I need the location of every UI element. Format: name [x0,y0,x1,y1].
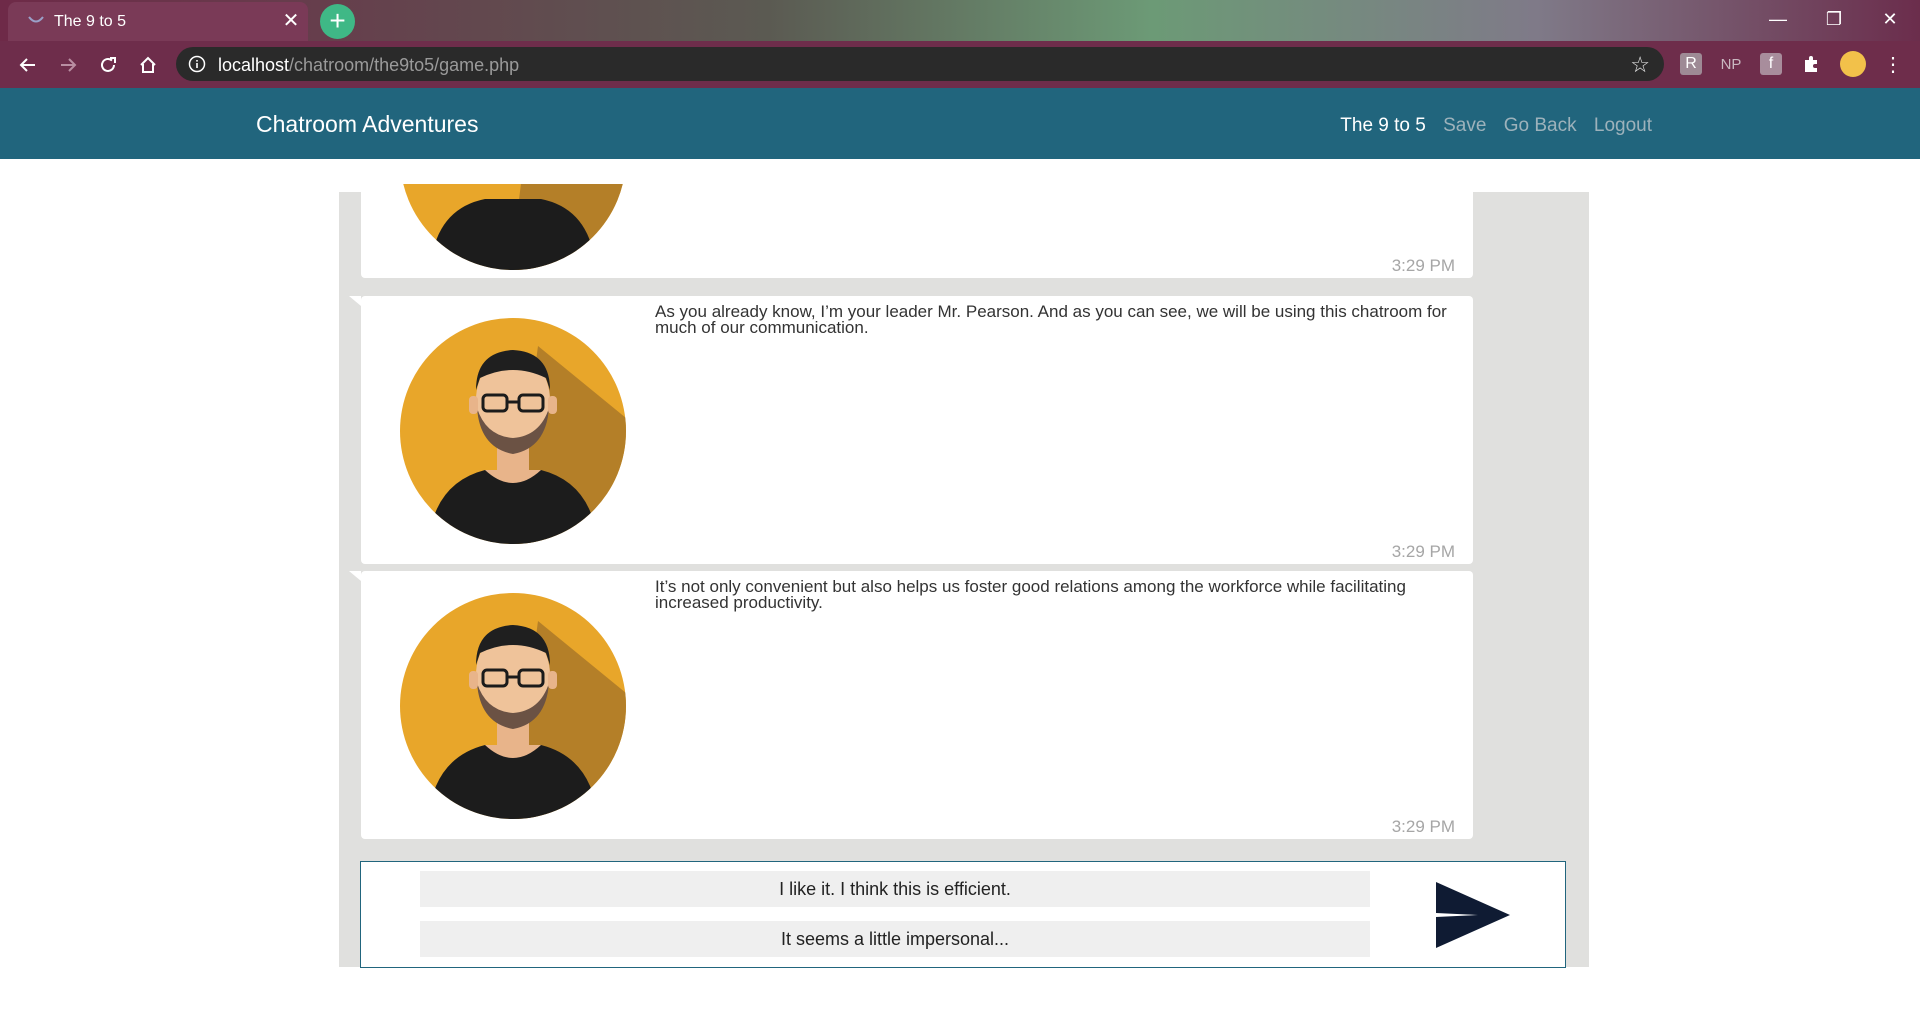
reload-icon[interactable] [94,51,122,79]
restore-icon[interactable]: ❐ [1806,0,1862,41]
nav-go-back-link[interactable]: Go Back [1504,115,1577,136]
forward-icon[interactable] [54,51,82,79]
message-time: 3:29 PM [1391,542,1455,561]
bookmark-star-icon[interactable]: ☆ [1630,52,1650,78]
avatar [400,184,626,270]
extensions-puzzle-icon[interactable] [1800,53,1822,75]
reply-option[interactable]: It seems a little impersonal... [420,921,1370,957]
nav-current-game[interactable]: The 9 to 5 [1340,115,1426,136]
back-icon[interactable] [14,51,42,79]
profile-avatar[interactable] [1840,51,1866,77]
message-time: 3:29 PM [1391,817,1455,836]
extension-np-icon[interactable]: NP [1720,53,1742,75]
chat-panel: 3:29 PM As you already know, I’m your le… [339,184,1589,967]
avatar [400,318,626,544]
message-time: 3:29 PM [1391,256,1455,275]
browser-toolbar: localhost/chatroom/the9to5/game.php ☆ R … [0,41,1920,90]
browser-tab[interactable]: The 9 to 5 ✕ [8,2,308,41]
chat-message: 3:29 PM [361,184,1473,278]
url-text: localhost/chatroom/the9to5/game.php [218,55,520,75]
send-arrow-icon[interactable] [1434,880,1512,950]
chat-message: It’s not only convenient but also helps … [349,571,1473,839]
close-tab-icon[interactable]: ✕ [280,10,302,32]
facebook-extension-icon[interactable]: f [1760,53,1782,75]
site-brand[interactable]: Chatroom Adventures [256,111,478,138]
site-nav-links: The 9 to 5 Save Go Back Logout [1328,115,1652,137]
browser-menu-icon[interactable]: ⋮ [1882,53,1904,76]
message-text: As you already know, I’m your leader Mr.… [655,302,1447,337]
browser-tab-bar: The 9 to 5 ✕ + — ❐ ✕ [0,0,1920,41]
nav-logout-link[interactable]: Logout [1594,115,1652,136]
close-window-icon[interactable]: ✕ [1862,0,1918,41]
message-text: It’s not only convenient but also helps … [655,577,1406,612]
extension-r-icon[interactable]: R [1680,53,1702,75]
new-tab-button[interactable]: + [320,4,355,39]
minimize-icon[interactable]: — [1750,0,1806,41]
chat-message: As you already know, I’m your leader Mr.… [349,296,1473,564]
reply-choices-box: I like it. I think this is efficient. It… [360,861,1566,968]
avatar [400,593,626,819]
tab-title: The 9 to 5 [54,13,127,30]
reply-option[interactable]: I like it. I think this is efficient. [420,871,1370,907]
page-favicon-icon [28,16,44,23]
nav-save-link[interactable]: Save [1443,115,1486,136]
site-navbar: Chatroom Adventures The 9 to 5 Save Go B… [0,88,1920,159]
address-bar[interactable]: localhost/chatroom/the9to5/game.php ☆ [176,47,1664,81]
site-info-icon[interactable] [188,55,206,73]
home-icon[interactable] [134,51,162,79]
